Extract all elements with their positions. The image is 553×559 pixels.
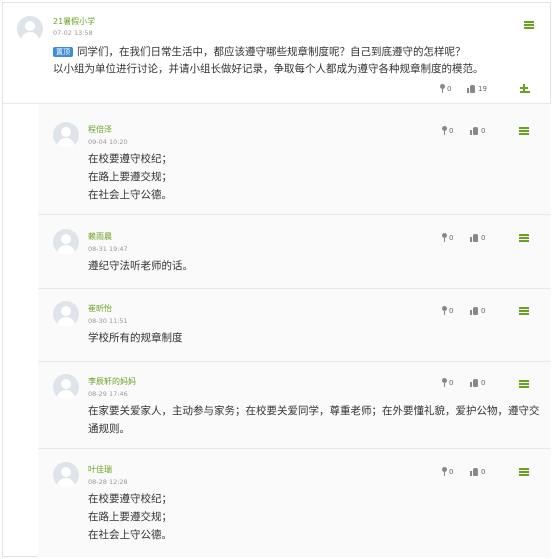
post-line-1: 同学们，在我们日常生活中，都应该遵守哪些规章制度呢？自己到底遵守的怎样呢？ [77, 46, 466, 58]
flower-count: 0 [449, 127, 454, 135]
reply-author[interactable]: 程倍泽 [88, 124, 112, 135]
flower-icon [438, 84, 447, 93]
menu-icon[interactable] [519, 468, 529, 476]
flower-icon [440, 126, 449, 135]
reply-line: 在校要遵守校纪； [88, 153, 172, 165]
reply-time: 08-30 11:51 [88, 317, 128, 325]
thumbs-up-icon [470, 378, 479, 387]
reply-line: 在校要遵守校纪； [88, 493, 172, 505]
reply-author[interactable]: 赖雨晨 [88, 231, 112, 242]
like-count: 0 [481, 307, 486, 315]
menu-icon[interactable] [519, 307, 529, 315]
reply-line: 在社会上守公德。 [88, 529, 172, 541]
reply-icon[interactable] [520, 84, 530, 93]
menu-icon[interactable] [524, 21, 534, 29]
reply-time: 08-28 12:28 [88, 478, 128, 486]
divider [3, 103, 550, 104]
post-body: 置顶 同学们，在我们日常生活中，都应该遵守哪些规章制度呢？自己到底遵守的怎样呢？ … [53, 44, 543, 78]
like-count: 0 [481, 234, 486, 242]
flower-icon [440, 378, 449, 387]
divider [38, 288, 550, 289]
like-count: 19 [478, 85, 487, 93]
flower-icon [440, 233, 449, 242]
reply-line: 学校所有的规章制度 [88, 332, 183, 344]
reply-line: 遵纪守法听老师的话。 [88, 260, 193, 272]
reply-time: 08-29 17:46 [88, 390, 128, 398]
reply-author[interactable]: 李辰轩的妈妈 [88, 376, 136, 387]
reply-body: 在校要遵守校纪； 在路上要遵交规； 在社会上守公德。 [88, 150, 548, 204]
like-count: 0 [481, 468, 486, 476]
reply-time: 08-31 19:47 [88, 245, 128, 253]
menu-icon[interactable] [519, 234, 529, 242]
thumbs-up-icon [470, 306, 479, 315]
reply-line: 在路上要遵交规； [88, 511, 172, 523]
reply-author[interactable]: 叶佳瑞 [88, 464, 112, 475]
reply-body: 学校所有的规章制度 [88, 329, 548, 347]
menu-icon[interactable] [519, 127, 529, 135]
reply-body: 遵纪守法听老师的话。 [88, 257, 548, 275]
avatar[interactable] [53, 122, 79, 148]
menu-icon[interactable] [519, 380, 529, 388]
reply-body: 在校要遵守校纪； 在路上要遵交规； 在社会上守公德。 [88, 490, 548, 544]
thumbs-up-icon [470, 233, 479, 242]
flower-icon [440, 467, 449, 476]
pinned-badge: 置顶 [53, 47, 73, 57]
flower-count: 0 [449, 234, 454, 242]
thumbs-up-icon [467, 84, 476, 93]
divider [38, 361, 550, 362]
reply-line: 通规则。 [88, 423, 130, 435]
divider [38, 448, 550, 449]
avatar[interactable] [53, 301, 79, 327]
post-author[interactable]: 21暑假小学 [53, 16, 95, 27]
like-count: 0 [481, 127, 486, 135]
avatar[interactable] [53, 374, 79, 400]
avatar[interactable] [53, 462, 79, 488]
flower-count: 0 [449, 379, 454, 387]
flower-count: 0 [449, 307, 454, 315]
reply-author[interactable]: 崔昕怡 [88, 303, 112, 314]
reply-line: 在家要关爱家人，主动参与家务；在校要关爱同学，尊重老师；在外要懂礼貌，爱护公物，… [88, 405, 540, 417]
thumbs-up-icon [470, 467, 479, 476]
flower-count: 0 [449, 468, 454, 476]
avatar[interactable] [53, 229, 79, 255]
post-time: 07-02 13:58 [53, 29, 93, 37]
avatar[interactable] [17, 16, 43, 42]
flower-icon [440, 306, 449, 315]
divider [38, 214, 550, 215]
flower-count: 0 [447, 85, 452, 93]
post-line-2: 以小组为单位进行讨论，并请小组长做好记录，争取每个人都成为遵守各种规章制度的模范… [53, 63, 484, 75]
like-count: 0 [481, 379, 486, 387]
reply-line: 在社会上守公德。 [88, 189, 172, 201]
reply-line: 在路上要遵交规； [88, 171, 172, 183]
reply-body: 在家要关爱家人，主动参与家务；在校要关爱同学，尊重老师；在外要懂礼貌，爱护公物，… [88, 402, 548, 438]
reply-time: 09-04 10:20 [88, 138, 128, 146]
thumbs-up-icon [470, 126, 479, 135]
